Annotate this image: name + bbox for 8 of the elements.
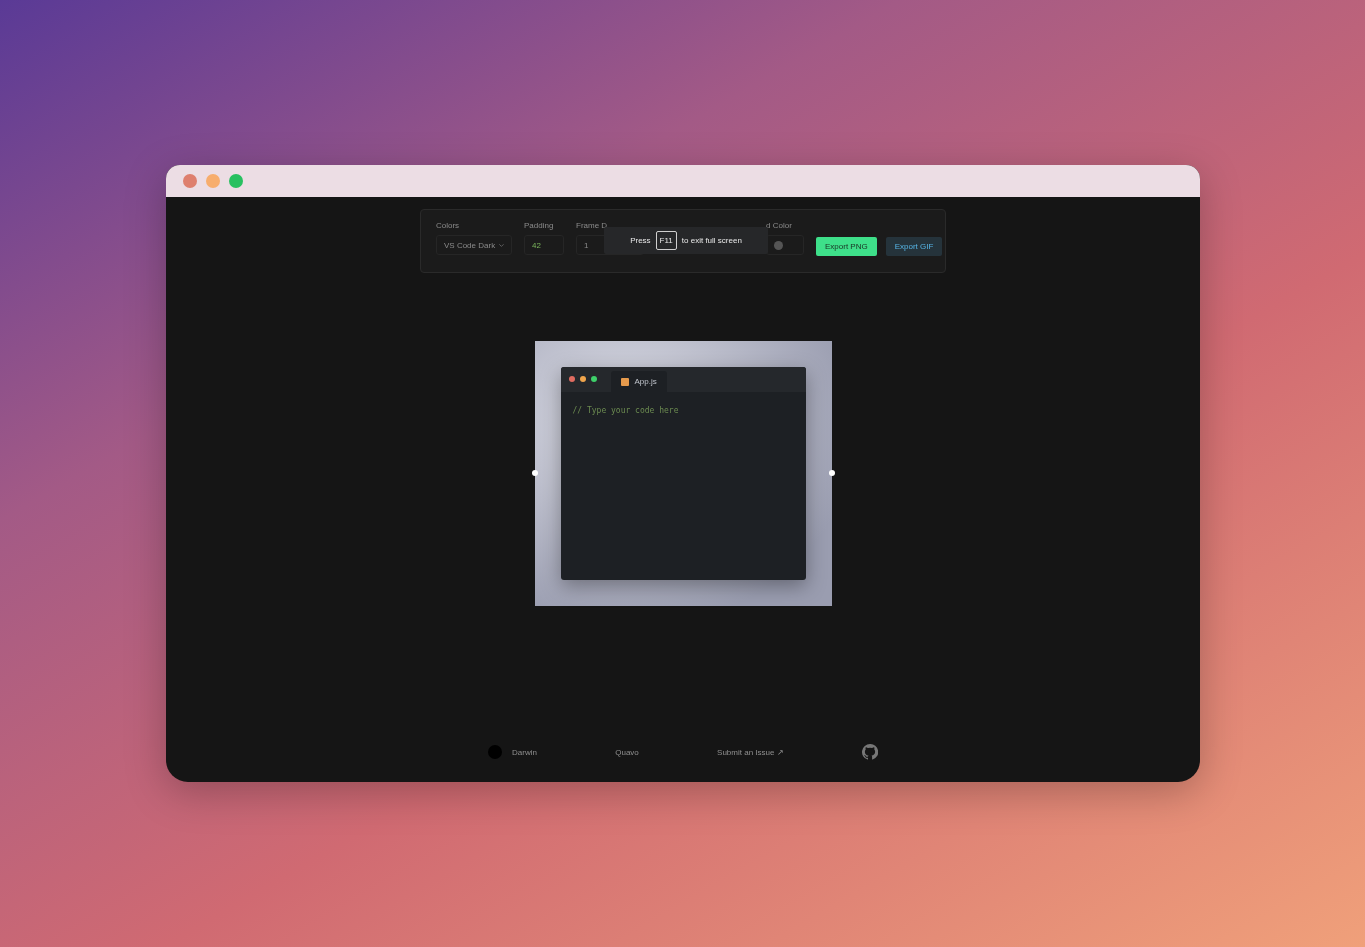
- key-cap: F11: [655, 231, 677, 250]
- toast-text: to exit full screen: [681, 236, 742, 245]
- background-color-label: d Color: [766, 221, 793, 231]
- frame-duration-label: Frame D: [576, 221, 609, 231]
- toast-text: Press: [630, 236, 651, 245]
- code-comment: // Type your code here: [571, 405, 680, 417]
- padding-label: Padding: [524, 221, 555, 231]
- colors-label: Colors: [436, 221, 461, 231]
